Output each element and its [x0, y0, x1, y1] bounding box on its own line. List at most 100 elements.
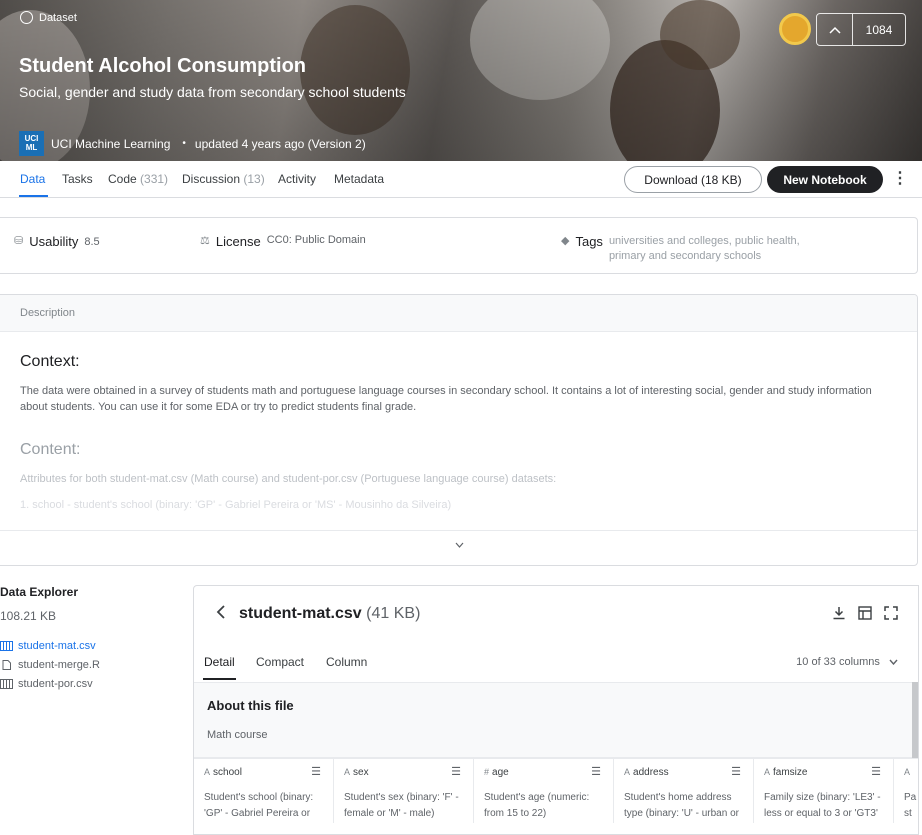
- scrollbar[interactable]: [912, 682, 918, 758]
- about-file-text: Math course: [207, 729, 268, 741]
- license-label: License: [215, 234, 261, 249]
- tab-count: (13): [243, 172, 265, 186]
- description-divider: [0, 530, 917, 531]
- dataset-title: Student Alcohol Consumption: [19, 55, 307, 77]
- description-body: Context: The data were obtained in a sur…: [0, 353, 917, 511]
- expand-chevron-icon[interactable]: [455, 540, 464, 551]
- column-description: Family size (binary: 'LE3' - less or equ…: [764, 792, 881, 819]
- context-text: The data were obtained in a survey of st…: [20, 385, 872, 413]
- string-type-icon: A: [344, 767, 351, 777]
- download-button[interactable]: Download (18 KB): [624, 166, 762, 193]
- content-text: Attributes for both student-mat.csv (Mat…: [20, 473, 557, 485]
- data-explorer-title: Data Explorer: [0, 585, 79, 599]
- tags-section: ◆ Tags universities and colleges, public…: [561, 234, 829, 264]
- column-header[interactable]: Asex ☰ Student's sex (binary: 'F' - fema…: [334, 758, 474, 823]
- tab-column[interactable]: Column: [326, 655, 367, 669]
- tab-detail[interactable]: Detail: [204, 655, 235, 669]
- tag-icon: ◆: [561, 235, 570, 247]
- column-description: Student's school (binary: 'GP' - Gabriel…: [204, 792, 314, 819]
- file-title-name: student-mat.csv: [239, 605, 362, 622]
- file-title: student-mat.csv (41 KB): [239, 605, 420, 623]
- dataset-header-banner: Dataset Student Alcohol Consumption Soci…: [0, 0, 922, 161]
- about-file-title: About this file: [207, 698, 294, 713]
- content-item: 1. school - student's school (binary: 'G…: [20, 499, 452, 511]
- gold-medal-icon: [779, 13, 811, 45]
- license-value: CC0: Public Domain: [266, 234, 366, 246]
- tab-label: Data: [20, 172, 46, 186]
- updated-text: updated 4 years ago (Version 2): [194, 136, 366, 151]
- dataset-type-text: Dataset: [39, 11, 77, 24]
- org-avatar[interactable]: UCI ML: [19, 131, 44, 156]
- description-card: Description Context: The data were obtai…: [0, 294, 918, 566]
- file-name: student-merge.R: [18, 659, 100, 671]
- column-header[interactable]: A Pa st: [894, 758, 918, 823]
- download-icon[interactable]: [832, 606, 846, 620]
- tab-activity[interactable]: Activity: [278, 172, 316, 186]
- column-header[interactable]: Aschool ☰ Student's school (binary: 'GP'…: [194, 758, 334, 823]
- upvote-button[interactable]: [817, 14, 853, 45]
- new-notebook-button[interactable]: New Notebook: [767, 166, 883, 193]
- sort-icon[interactable]: ☰: [451, 765, 461, 778]
- columns-selector[interactable]: 10 of 33 columns: [796, 656, 898, 668]
- file-viewer: student-mat.csv (41 KB) Detail Compact C…: [193, 585, 919, 835]
- sort-icon[interactable]: ☰: [871, 765, 881, 778]
- org-avatar-text: UCI: [24, 134, 39, 143]
- string-type-icon: A: [624, 767, 631, 777]
- active-tab-indicator: [19, 195, 48, 197]
- column-description: Student's home address type (binary: 'U'…: [624, 792, 739, 819]
- about-file-section: About this file Math course: [194, 682, 912, 758]
- file-item-student-merge[interactable]: student-merge.R: [0, 659, 100, 671]
- column-header[interactable]: Aaddress ☰ Student's home address type (…: [614, 758, 754, 823]
- column-name: sex: [353, 767, 369, 778]
- column-header[interactable]: # age ☰ Student's age (numeric: from 15 t…: [474, 758, 614, 823]
- tab-discussion[interactable]: Discussion (13): [182, 172, 265, 186]
- file-item-student-mat[interactable]: student-mat.csv: [0, 640, 96, 652]
- dataset-meta-card: ⛁ Usability 8.5 ⚖ License CC0: Public Do…: [0, 217, 918, 274]
- content-heading: Content:: [20, 441, 81, 458]
- column-name: address: [633, 767, 669, 778]
- string-type-icon: A: [904, 767, 911, 777]
- column-description: Pa st: [904, 792, 917, 819]
- viewer-toolbar: [832, 606, 898, 620]
- vote-count: 1084: [865, 22, 893, 37]
- dataset-icon: [20, 11, 33, 24]
- file-title-size: (41 KB): [366, 605, 421, 622]
- usability-value[interactable]: 8.5: [84, 236, 99, 248]
- tab-compact[interactable]: Compact: [256, 655, 304, 669]
- file-icon: [2, 660, 11, 670]
- chevron-up-icon: [828, 26, 841, 34]
- back-arrow-icon[interactable]: [216, 605, 226, 624]
- tags-label: Tags: [575, 234, 603, 249]
- tab-label: Activity: [278, 172, 317, 186]
- usability-section: ⛁ Usability 8.5: [14, 234, 100, 249]
- column-name: age: [492, 767, 509, 778]
- dataset-subtitle: Social, gender and study data from secon…: [19, 84, 406, 100]
- tab-data[interactable]: Data: [20, 172, 45, 186]
- description-header: Description: [0, 295, 917, 332]
- more-options-icon[interactable]: ⋮: [892, 168, 908, 188]
- sort-icon[interactable]: ☰: [311, 765, 321, 778]
- file-item-student-por[interactable]: student-por.csv: [0, 678, 93, 690]
- table-view-icon[interactable]: [858, 606, 872, 620]
- org-name-link[interactable]: UCI Machine Learning: [51, 137, 170, 151]
- numeric-type-icon: #: [484, 767, 490, 777]
- sort-icon[interactable]: ☰: [591, 765, 601, 778]
- tags-value[interactable]: universities and colleges, public health…: [609, 234, 829, 264]
- tab-count: (331): [140, 172, 169, 186]
- context-heading: Context:: [20, 353, 80, 370]
- file-name: student-por.csv: [18, 678, 93, 690]
- column-header[interactable]: Afamsize ☰ Family size (binary: 'LE3' - …: [754, 758, 894, 823]
- file-name: student-mat.csv: [18, 640, 96, 652]
- column-description: Student's sex (binary: 'F' - female or '…: [344, 792, 459, 819]
- license-section: ⚖ License CC0: Public Domain: [200, 234, 366, 249]
- tab-tasks[interactable]: Tasks: [62, 172, 93, 186]
- usability-label: Usability: [29, 234, 79, 249]
- tab-metadata[interactable]: Metadata: [334, 172, 384, 186]
- columns-info: 10 of 33 columns: [796, 656, 880, 668]
- column-name: school: [213, 767, 242, 778]
- fullscreen-icon[interactable]: [884, 606, 898, 620]
- column-name: famsize: [773, 767, 808, 778]
- upvote-widget: 1084: [816, 13, 906, 46]
- tab-code[interactable]: Code (331): [108, 172, 168, 186]
- sort-icon[interactable]: ☰: [731, 765, 741, 778]
